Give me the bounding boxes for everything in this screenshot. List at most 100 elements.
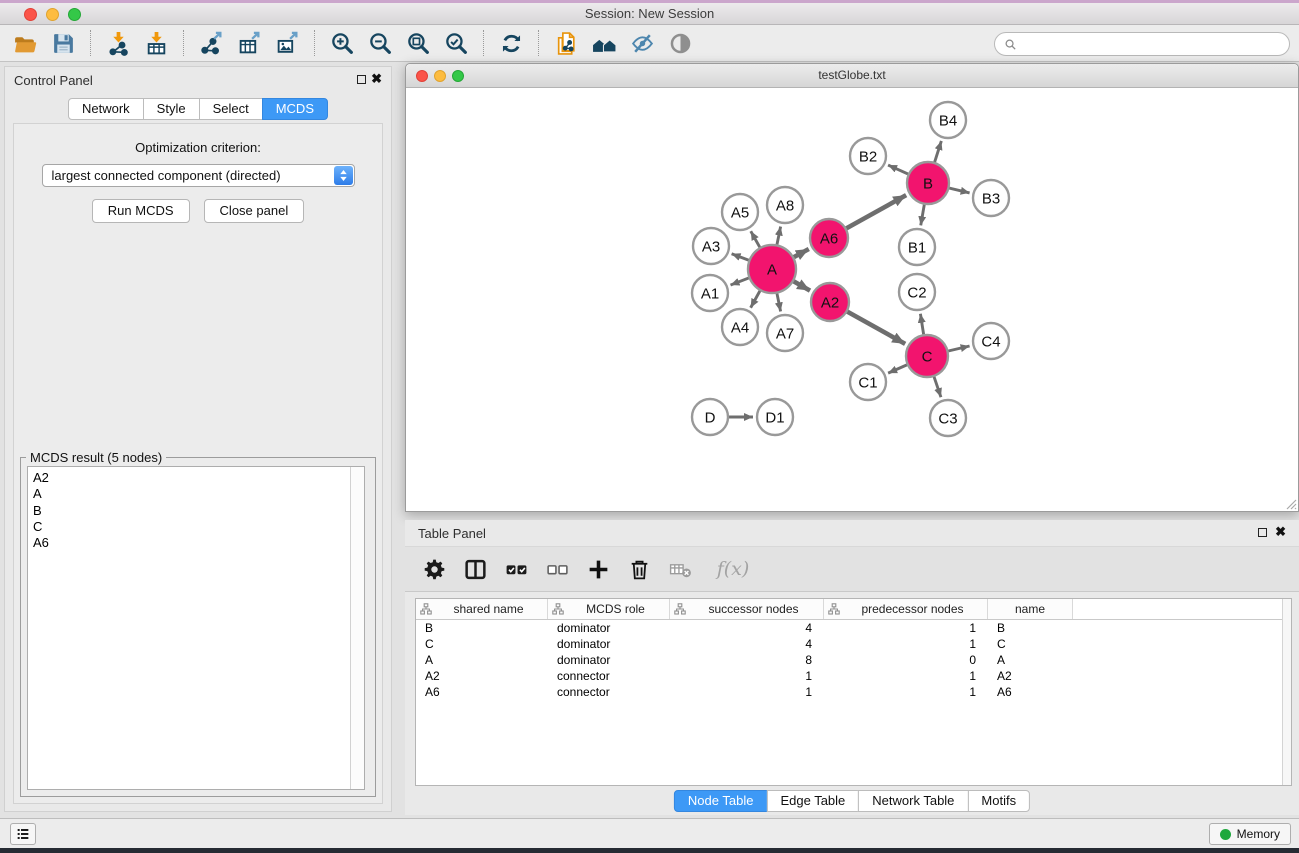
node-A7[interactable]: A7 bbox=[767, 315, 803, 351]
zoom-out-button[interactable] bbox=[361, 28, 399, 58]
open-session-button[interactable] bbox=[6, 28, 44, 58]
unselect-all-columns-button[interactable] bbox=[544, 554, 570, 584]
zoom-fit-button[interactable] bbox=[399, 28, 437, 58]
table-tab-network-table[interactable]: Network Table bbox=[858, 790, 968, 812]
list-icon bbox=[15, 826, 31, 842]
export-table-button[interactable] bbox=[230, 28, 268, 58]
table-scrollbar[interactable] bbox=[1282, 599, 1291, 785]
table-float-panel-icon[interactable] bbox=[1258, 528, 1267, 537]
table-panel: Table Panel ✖ f(x) shared nameMCDS roles… bbox=[405, 520, 1299, 815]
add-column-button[interactable] bbox=[585, 554, 611, 584]
node-A8[interactable]: A8 bbox=[767, 187, 803, 223]
column-header-name[interactable]: name bbox=[988, 599, 1073, 619]
close-panel-button[interactable]: Close panel bbox=[204, 199, 305, 223]
export-image-button[interactable] bbox=[268, 28, 306, 58]
network-zoom-button[interactable] bbox=[452, 70, 464, 82]
table-tab-node-table[interactable]: Node Table bbox=[674, 790, 768, 812]
column-header-successor-nodes[interactable]: successor nodes bbox=[670, 599, 824, 619]
float-panel-icon[interactable] bbox=[357, 75, 366, 84]
hide-graphics-details-button[interactable] bbox=[623, 28, 661, 58]
search-input[interactable] bbox=[1023, 36, 1281, 52]
resize-grip-icon[interactable] bbox=[1284, 497, 1297, 510]
table-row[interactable]: Cdominator41C bbox=[416, 636, 1291, 652]
node-C1[interactable]: C1 bbox=[850, 364, 886, 400]
network-canvas[interactable]: B4 B2 B B3 A8A5 A6 A3 B1 A A1 C2 A2 A4A7 C4 C C1 C3 D D1 bbox=[406, 89, 1298, 511]
save-session-button[interactable] bbox=[44, 28, 82, 58]
node-B3[interactable]: B3 bbox=[973, 180, 1009, 216]
zoom-window-button[interactable] bbox=[68, 8, 81, 21]
node-A1[interactable]: A1 bbox=[692, 275, 728, 311]
delete-table-button[interactable] bbox=[667, 554, 693, 584]
unselect-all-columns-icon bbox=[545, 557, 570, 582]
delete-column-button[interactable] bbox=[626, 554, 652, 584]
node-C3[interactable]: C3 bbox=[930, 400, 966, 436]
tab-style[interactable]: Style bbox=[143, 98, 200, 120]
tab-network[interactable]: Network bbox=[68, 98, 144, 120]
column-header-MCDS-role[interactable]: MCDS role bbox=[548, 599, 670, 619]
tab-mcds[interactable]: MCDS bbox=[262, 98, 328, 120]
table-tab-motifs[interactable]: Motifs bbox=[967, 790, 1030, 812]
task-history-button[interactable] bbox=[10, 823, 36, 845]
node-B1[interactable]: B1 bbox=[899, 229, 935, 265]
home-view-button[interactable] bbox=[585, 28, 623, 58]
refresh-view-button[interactable] bbox=[492, 28, 530, 58]
run-mcds-button[interactable]: Run MCDS bbox=[92, 199, 190, 223]
memory-button[interactable]: Memory bbox=[1209, 823, 1291, 845]
table-close-panel-icon[interactable]: ✖ bbox=[1275, 525, 1286, 539]
node-C[interactable]: C bbox=[906, 335, 948, 377]
mcds-result-list[interactable]: A2ABCA6 bbox=[27, 466, 365, 790]
import-network-button[interactable] bbox=[99, 28, 137, 58]
function-builder-button[interactable]: f(x) bbox=[708, 554, 754, 584]
app-titlebar: Session: New Session bbox=[0, 3, 1299, 25]
mcds-result-item[interactable]: A6 bbox=[33, 535, 364, 551]
node-B4[interactable]: B4 bbox=[930, 102, 966, 138]
node-C2[interactable]: C2 bbox=[899, 274, 935, 310]
table-row[interactable]: Adominator80A bbox=[416, 652, 1291, 668]
node-A3[interactable]: A3 bbox=[693, 228, 729, 264]
network-minimize-button[interactable] bbox=[434, 70, 446, 82]
network-window-titlebar[interactable]: testGlobe.txt bbox=[406, 64, 1298, 88]
export-network-button[interactable] bbox=[192, 28, 230, 58]
column-header-predecessor-nodes[interactable]: predecessor nodes bbox=[824, 599, 988, 619]
mcds-result-item[interactable]: A bbox=[33, 486, 364, 502]
node-A5[interactable]: A5 bbox=[722, 194, 758, 230]
node-A[interactable]: A bbox=[748, 245, 796, 293]
table-row[interactable]: A2connector11A2 bbox=[416, 668, 1291, 684]
table-panel-header: Table Panel ✖ bbox=[405, 520, 1299, 546]
node-B2[interactable]: B2 bbox=[850, 138, 886, 174]
search-box[interactable] bbox=[994, 32, 1290, 56]
table-tab-edge-table[interactable]: Edge Table bbox=[766, 790, 859, 812]
mcds-result-item[interactable]: C bbox=[33, 519, 364, 535]
node-C4[interactable]: C4 bbox=[973, 323, 1009, 359]
mcds-result-item[interactable]: A2 bbox=[33, 470, 364, 486]
zoom-in-button[interactable] bbox=[323, 28, 361, 58]
close-window-button[interactable] bbox=[24, 8, 37, 21]
node-D1[interactable]: D1 bbox=[757, 399, 793, 435]
network-graph[interactable]: B4 B2 B B3 A8A5 A6 A3 B1 A A1 C2 A2 A4A7 C4 C C1 C3 D D1 bbox=[406, 89, 1298, 511]
column-header-shared-name[interactable]: shared name bbox=[416, 599, 548, 619]
network-close-button[interactable] bbox=[416, 70, 428, 82]
result-list-scrollbar[interactable] bbox=[350, 467, 364, 789]
toolbar-separator bbox=[538, 30, 539, 56]
node-D[interactable]: D bbox=[692, 399, 728, 435]
import-table-button[interactable] bbox=[137, 28, 175, 58]
tab-select[interactable]: Select bbox=[199, 98, 263, 120]
optimization-criterion-select[interactable]: largest connected component (directed) bbox=[42, 164, 355, 187]
table-cell: dominator bbox=[548, 636, 670, 652]
split-columns-button[interactable] bbox=[462, 554, 488, 584]
table-row[interactable]: A6connector11A6 bbox=[416, 684, 1291, 700]
show-graphics-details-button[interactable] bbox=[661, 28, 699, 58]
node-A6[interactable]: A6 bbox=[810, 219, 848, 257]
mcds-result-item[interactable]: B bbox=[33, 503, 364, 519]
select-all-columns-button[interactable] bbox=[503, 554, 529, 584]
minimize-window-button[interactable] bbox=[46, 8, 59, 21]
close-panel-icon[interactable]: ✖ bbox=[371, 72, 382, 86]
zoom-fit-icon bbox=[406, 31, 431, 56]
node-B[interactable]: B bbox=[907, 162, 949, 204]
clone-network-button[interactable] bbox=[547, 28, 585, 58]
node-A4[interactable]: A4 bbox=[722, 309, 758, 345]
table-row[interactable]: Bdominator41B bbox=[416, 620, 1291, 636]
zoom-selected-button[interactable] bbox=[437, 28, 475, 58]
node-A2[interactable]: A2 bbox=[811, 283, 849, 321]
gear-button[interactable] bbox=[421, 554, 447, 584]
